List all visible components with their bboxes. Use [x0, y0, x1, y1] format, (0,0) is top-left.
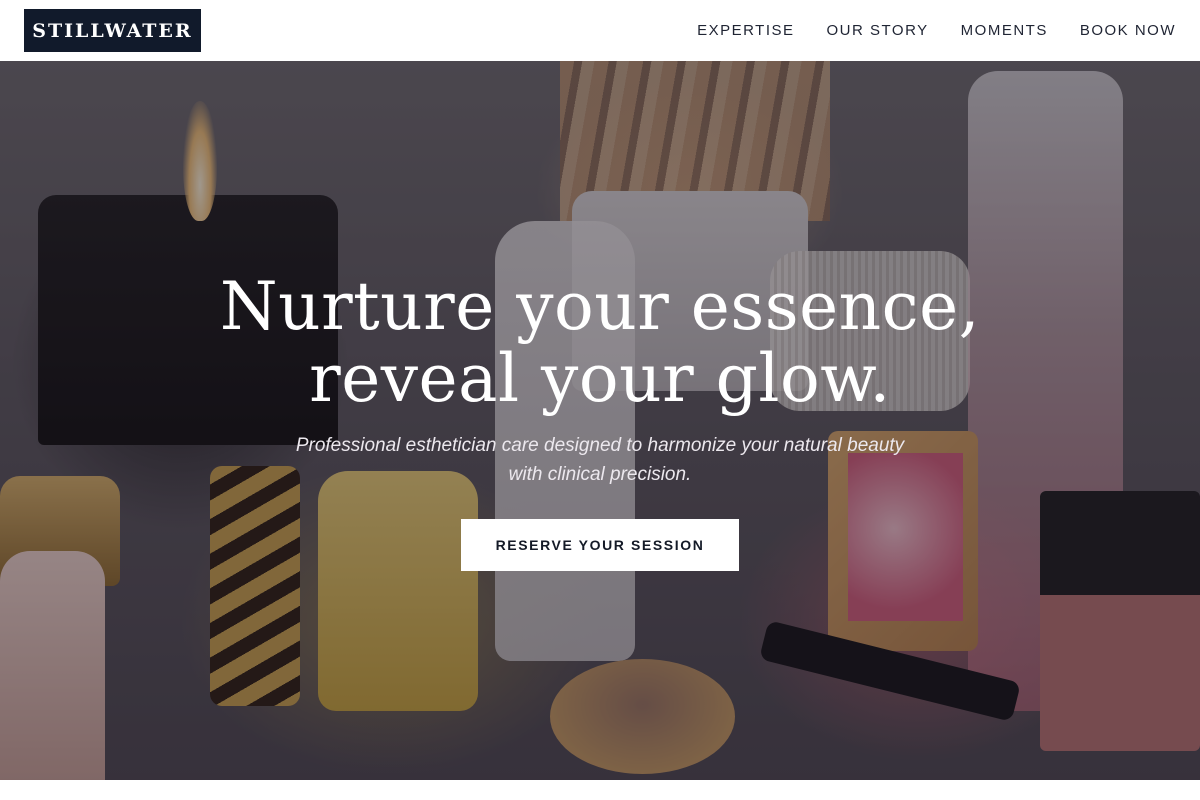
hero-section: Nurture your essence, reveal your glow. … [0, 61, 1200, 780]
nav-link-our-story[interactable]: OUR STORY [827, 22, 929, 39]
hero-content: Nurture your essence, reveal your glow. … [0, 61, 1200, 780]
hero-subtitle-line-1: Professional esthetician care designed t… [295, 435, 905, 456]
hero-title: Nurture your essence, reveal your glow. [100, 271, 1100, 415]
reserve-session-button[interactable]: RESERVE YOUR SESSION [461, 519, 739, 571]
main-nav: EXPERTISE OUR STORY MOMENTS BOOK NOW [697, 22, 1176, 39]
hero-title-line-2: reveal your glow. [309, 340, 891, 417]
hero-subtitle: Professional esthetician care designed t… [200, 431, 1000, 489]
site-header: STILLWATER EXPERTISE OUR STORY MOMENTS B… [0, 0, 1200, 61]
nav-link-expertise[interactable]: EXPERTISE [697, 22, 794, 39]
hero-title-line-1: Nurture your essence, [219, 268, 981, 345]
site-logo[interactable]: STILLWATER [24, 9, 201, 52]
nav-link-book-now[interactable]: BOOK NOW [1080, 22, 1176, 39]
nav-link-moments[interactable]: MOMENTS [961, 22, 1048, 39]
hero-subtitle-line-2: with clinical precision. [508, 464, 692, 485]
